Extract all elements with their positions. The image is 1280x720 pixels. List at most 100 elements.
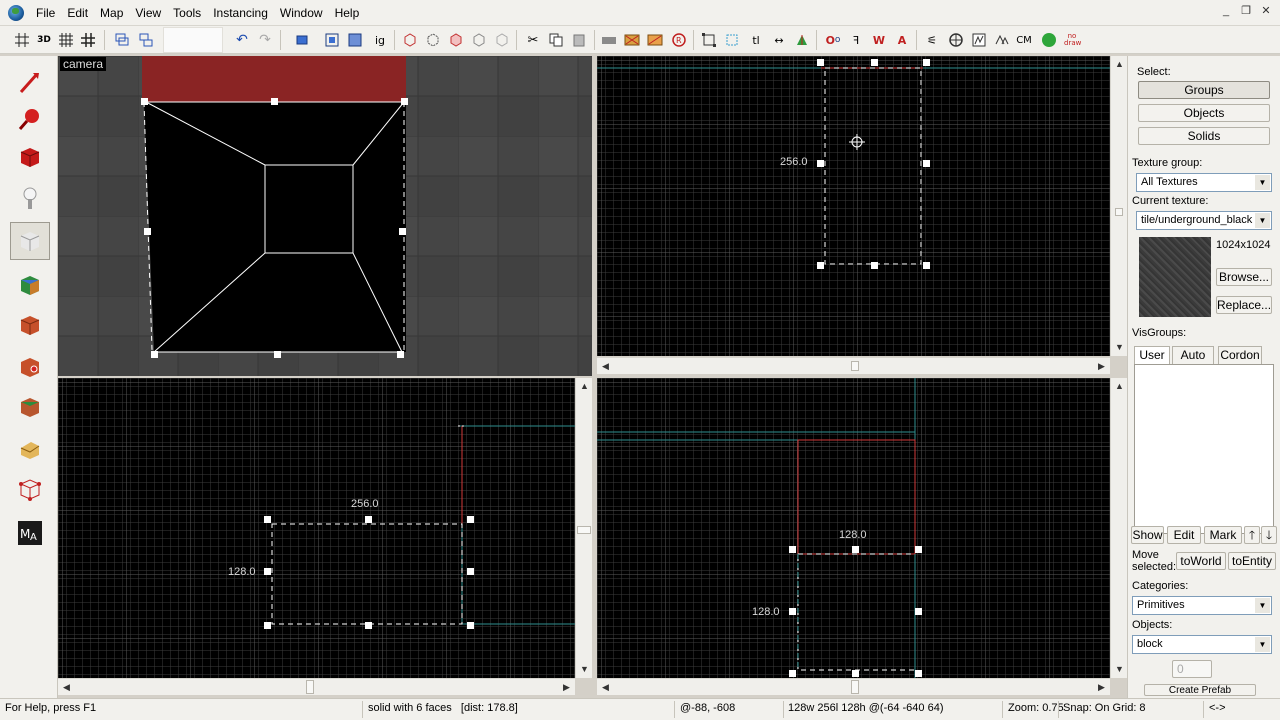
current-texture-select[interactable]: tile/underground_black ▼	[1136, 211, 1272, 230]
snap-to-grid-toggle-icon[interactable]: ↔	[769, 30, 789, 50]
paste-icon[interactable]	[569, 30, 589, 50]
texture-scale-icon[interactable]	[622, 30, 642, 50]
restore-icon[interactable]: ❐	[1238, 4, 1254, 18]
select-solids-button[interactable]: Solids	[1138, 127, 1270, 145]
ignore-groups-icon[interactable]: ig	[370, 30, 390, 50]
nodraw-icon[interactable]: no draw	[1062, 30, 1082, 50]
browse-button[interactable]: Browse...	[1216, 268, 1272, 286]
align-world-icon[interactable]: W	[869, 30, 889, 50]
scroll-up-icon[interactable]: ▲	[577, 379, 592, 394]
align-texture-icon[interactable]: ꟻ	[846, 30, 866, 50]
align-object-icon[interactable]: Oo	[823, 30, 843, 50]
scroll-down-icon[interactable]: ▼	[577, 662, 592, 677]
menu-edit[interactable]: Edit	[61, 2, 94, 24]
scroll-right-icon[interactable]: ▶	[1094, 680, 1109, 695]
visgroup-icon[interactable]	[469, 30, 489, 50]
selection-box-icon[interactable]	[699, 30, 719, 50]
redo-icon[interactable]: ↷	[255, 30, 275, 50]
scroll-thumb[interactable]	[306, 680, 314, 694]
copy-icon[interactable]	[546, 30, 566, 50]
show-button[interactable]: Show	[1131, 526, 1164, 544]
tab-user[interactable]: User	[1134, 346, 1170, 365]
texture-group-select[interactable]: All Textures ▼	[1136, 173, 1272, 192]
tab-auto[interactable]: Auto	[1172, 346, 1214, 365]
side-viewport-hscroll[interactable]: ◀ ▶	[597, 678, 1110, 695]
replace-button[interactable]: Replace...	[1216, 296, 1272, 314]
grid-3d-icon[interactable]: 3D	[34, 30, 54, 50]
scroll-thumb[interactable]	[851, 361, 859, 371]
overlay-icon[interactable]	[946, 30, 966, 50]
scroll-thumb[interactable]	[1115, 208, 1123, 216]
toolbar-cm-button[interactable]: CM	[1014, 30, 1034, 50]
wireframe-icon[interactable]: ⚟	[922, 30, 942, 50]
scroll-left-icon[interactable]: ◀	[598, 359, 613, 374]
side-viewport-vscroll[interactable]: ▲ ▼	[1110, 378, 1127, 678]
vertex-tool[interactable]	[10, 470, 50, 508]
hide-unselected-icon[interactable]	[423, 30, 443, 50]
clipping-tool[interactable]	[10, 430, 50, 468]
scroll-right-icon[interactable]: ▶	[1094, 359, 1109, 374]
side-viewport[interactable]: 128.0 128.0	[597, 378, 1110, 678]
decal-tool[interactable]	[10, 348, 50, 386]
overlay-tool[interactable]	[10, 388, 50, 426]
entity-tool[interactable]	[10, 180, 50, 218]
menu-view[interactable]: View	[129, 2, 167, 24]
hide-selected-icon[interactable]	[400, 30, 420, 50]
selection-tool[interactable]	[10, 64, 50, 102]
displacement-icon[interactable]	[969, 30, 989, 50]
scroll-thumb[interactable]	[851, 680, 859, 694]
tab-cordon[interactable]: Cordon	[1218, 346, 1262, 365]
front-viewport[interactable]: 256.0 128.0	[58, 378, 575, 678]
block-tool[interactable]	[10, 222, 50, 260]
objects-select[interactable]: block ▼	[1132, 635, 1272, 654]
selection-handles-icon[interactable]	[722, 30, 742, 50]
faces-stepper[interactable]: 0	[1172, 660, 1212, 678]
grid-larger-icon[interactable]	[78, 30, 98, 50]
scroll-down-icon[interactable]: ▼	[1112, 340, 1127, 355]
texture-apply-icon[interactable]	[645, 30, 665, 50]
menu-tools[interactable]: Tools	[167, 2, 207, 24]
green-sphere-icon[interactable]	[1039, 30, 1059, 50]
snap-to-grid-icon[interactable]: tl	[746, 30, 766, 50]
visgroups-list[interactable]	[1134, 364, 1274, 534]
camera-tool[interactable]	[10, 138, 50, 176]
select-groups-button[interactable]: Groups	[1138, 81, 1270, 99]
show-all-icon[interactable]	[446, 30, 466, 50]
menu-help[interactable]: Help	[329, 2, 366, 24]
texture-application-tool[interactable]	[10, 266, 50, 304]
grid-toggle-icon[interactable]	[12, 30, 32, 50]
move-up-icon[interactable]: 🡑	[1244, 526, 1260, 544]
scroll-down-icon[interactable]: ▼	[1112, 662, 1127, 677]
radius-culling-icon[interactable]: R	[669, 30, 689, 50]
group-icon[interactable]	[112, 30, 132, 50]
carve-icon[interactable]	[292, 30, 312, 50]
top-viewport-hscroll[interactable]: ◀ ▶	[597, 357, 1110, 374]
scroll-right-icon[interactable]: ▶	[559, 680, 574, 695]
front-viewport-vscroll[interactable]: ▲ ▼	[575, 378, 592, 678]
menu-map[interactable]: Map	[94, 2, 129, 24]
scroll-up-icon[interactable]: ▲	[1112, 57, 1127, 72]
cut-icon[interactable]: ✂	[523, 30, 543, 50]
menu-file[interactable]: File	[30, 2, 61, 24]
undo-icon[interactable]: ↶	[232, 30, 252, 50]
categories-select[interactable]: Primitives ▼	[1132, 596, 1272, 615]
visgroup-all-icon[interactable]	[492, 30, 512, 50]
ungroup-icon[interactable]	[136, 30, 156, 50]
create-prefab-button[interactable]: Create Prefab	[1144, 684, 1256, 696]
hollow-icon[interactable]	[322, 30, 342, 50]
scroll-left-icon[interactable]: ◀	[598, 680, 613, 695]
texture-lock-icon[interactable]	[599, 30, 619, 50]
grid-smaller-icon[interactable]	[56, 30, 76, 50]
apply-current-texture-tool[interactable]	[10, 306, 50, 344]
clip-icon[interactable]	[345, 30, 365, 50]
minimize-icon[interactable]: _	[1218, 4, 1234, 18]
select-objects-button[interactable]: Objects	[1138, 104, 1270, 122]
move-down-icon[interactable]: 🡓	[1261, 526, 1277, 544]
close-icon[interactable]: ✕	[1258, 4, 1274, 18]
to-entity-button[interactable]: toEntity	[1228, 552, 1276, 570]
camera-viewport[interactable]: camera	[58, 56, 592, 376]
entity-report-icon[interactable]	[992, 30, 1012, 50]
edit-button[interactable]: Edit	[1167, 526, 1201, 544]
magnify-tool[interactable]	[10, 100, 50, 138]
to-world-button[interactable]: toWorld	[1176, 552, 1226, 570]
